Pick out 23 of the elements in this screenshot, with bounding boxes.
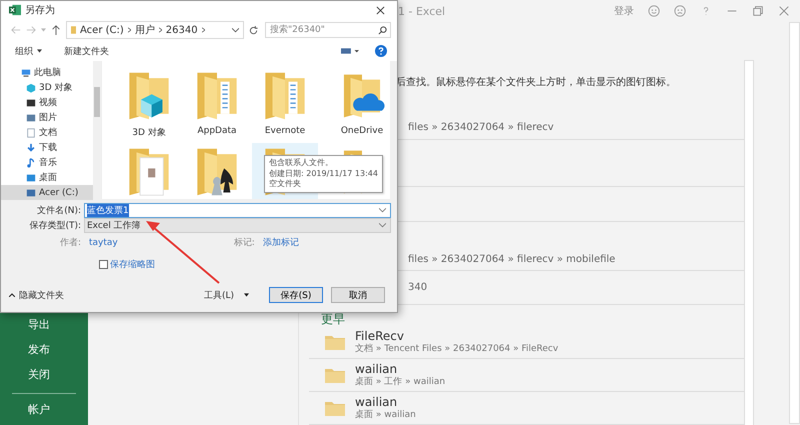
file-path: 桌面 » wailian [355, 409, 416, 422]
field-label: 保存类型(T): [28, 220, 82, 232]
file-path: files » 2634027064 » filerecv [408, 122, 554, 133]
dialog-title: 另存为 [25, 4, 55, 17]
section-heading: 更早 [320, 311, 346, 326]
file-path: 桌面 » 工作 » wailian [355, 376, 446, 388]
tooltip-text: 空文件夹 [269, 179, 302, 190]
file-path: files » 2634027064 » filerecv » mobilefile [408, 254, 616, 265]
field-label: 标记: [234, 236, 256, 249]
folder-name: OneDrive [340, 126, 384, 136]
folder-name: 3D 对象 [132, 126, 166, 139]
field-label: 作者: [58, 236, 82, 249]
folder-name: wailian [355, 362, 398, 376]
folder-name: Evernote [264, 126, 306, 136]
folder-name: wailian [355, 395, 398, 410]
window-title: 1 - Excel [398, 4, 446, 18]
tooltip-text: 创建日期: 2019/11/17 13:44 [269, 168, 378, 179]
folder-name: AppData [197, 126, 237, 136]
folder-name: FileRecv [355, 329, 405, 344]
file-path: 文档 » Tencent Files » 2634027064 » FileRecv [355, 343, 558, 356]
field-label: 文件名(N): [36, 204, 82, 217]
file-path: 340 [408, 282, 428, 293]
tooltip-text: 包含联系人文件。 [269, 158, 334, 168]
